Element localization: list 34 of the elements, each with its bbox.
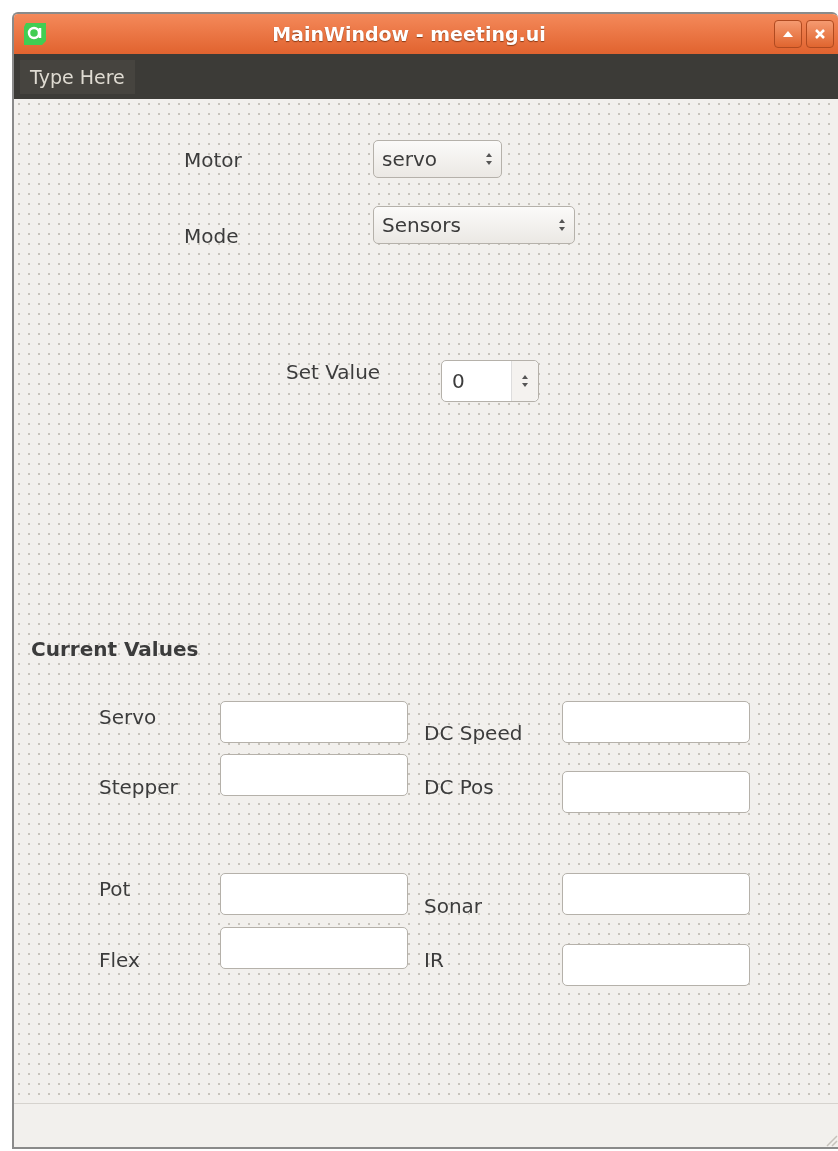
- value-label: DC Pos: [424, 775, 495, 799]
- value-field[interactable]: [220, 927, 408, 969]
- value-field[interactable]: [562, 701, 750, 743]
- app-logo-icon: [22, 21, 48, 47]
- resize-grip-icon[interactable]: [824, 1133, 838, 1147]
- value-label: Sonar: [424, 894, 484, 918]
- value-label: IR: [424, 948, 445, 972]
- up-triangle-icon: [782, 30, 794, 38]
- value-field[interactable]: [220, 701, 408, 743]
- updown-arrows-icon: [485, 152, 493, 166]
- field-label: Set Value: [286, 360, 382, 386]
- close-button[interactable]: [806, 20, 834, 48]
- menu-item[interactable]: Type Here: [20, 59, 135, 94]
- combo-box[interactable]: Sensors: [373, 206, 575, 244]
- value-field[interactable]: [220, 754, 408, 796]
- spin-arrows-icon: [521, 374, 529, 388]
- spin-box[interactable]: 0: [441, 360, 539, 402]
- updown-arrows-icon: [558, 218, 566, 232]
- combo-box[interactable]: servo: [373, 140, 502, 178]
- maximize-button[interactable]: [774, 20, 802, 48]
- value-field[interactable]: [562, 873, 750, 915]
- section-heading: Current Values: [31, 637, 200, 661]
- value-label: DC Speed: [424, 721, 524, 745]
- value-label: Pot: [99, 877, 132, 901]
- field-label: Mode: [184, 224, 240, 248]
- window-title: MainWindow - meeting.ui: [271, 23, 547, 45]
- value-field[interactable]: [562, 944, 750, 986]
- value-field[interactable]: [562, 771, 750, 813]
- close-icon: [814, 28, 826, 40]
- value-label: Stepper: [99, 775, 179, 799]
- value-field[interactable]: [220, 873, 408, 915]
- field-label: Motor: [184, 148, 243, 174]
- value-label: Servo: [99, 705, 158, 729]
- value-label: Flex: [99, 948, 141, 972]
